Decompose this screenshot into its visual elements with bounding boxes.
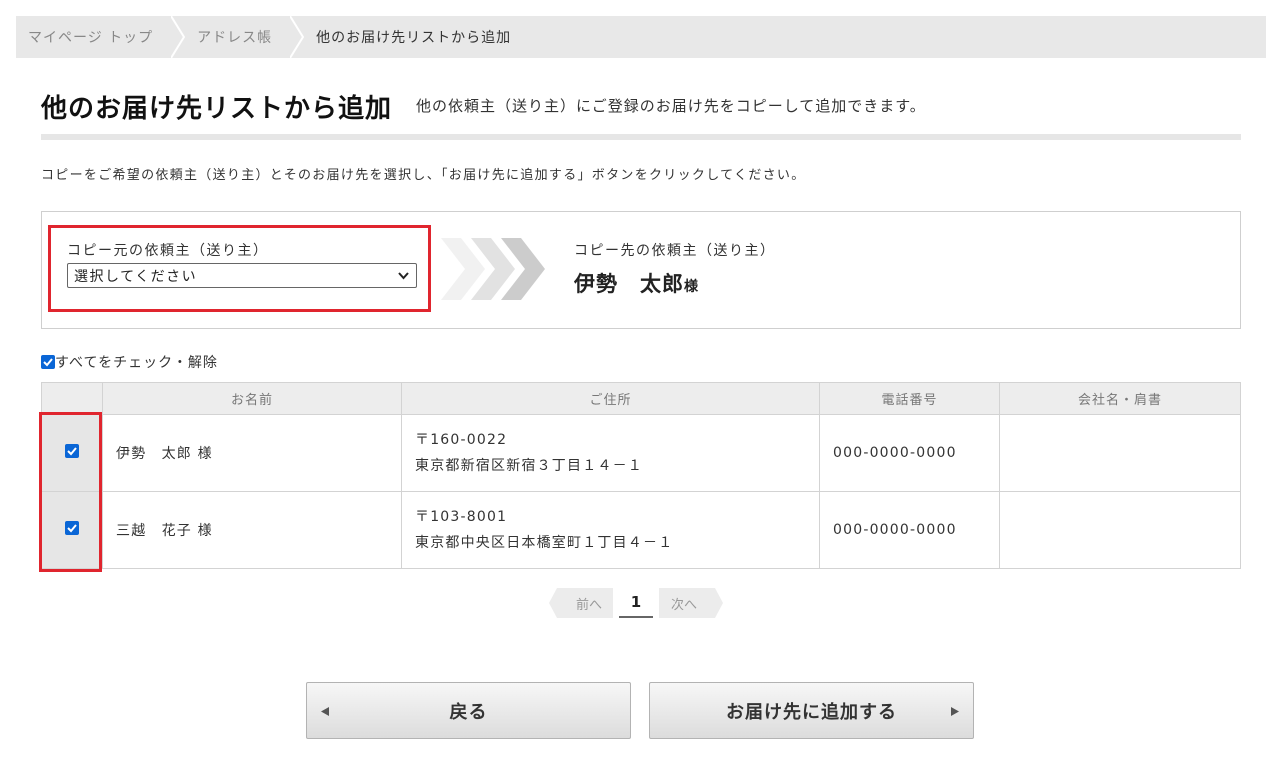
row-company: [999, 414, 1241, 492]
source-select-value: 選択してください: [74, 268, 198, 285]
header-name: お名前: [102, 382, 402, 415]
source-select[interactable]: 選択してください: [67, 263, 417, 288]
page-title: 他のお届け先リストから追加: [41, 94, 393, 124]
table-header-row: お名前 ご住所 電話番号 会社名・肩書: [41, 382, 1241, 415]
source-label: コピー元の依頼主（送り主）: [67, 243, 269, 259]
address-table: お名前 ご住所 電話番号 会社名・肩書 伊勢 太郎 様 〒160-0022 東京…: [41, 382, 1241, 569]
breadcrumb-separator-icon: [290, 16, 305, 58]
chevron-down-icon: [398, 272, 409, 280]
title-divider: [41, 134, 1241, 140]
arrow-right-shape-icon: [715, 588, 723, 618]
row-address: 〒160-0022 東京都新宿区新宿３丁目１４－１: [401, 414, 820, 492]
row-address: 〒103-8001 東京都中央区日本橋室町１丁目４－１: [401, 491, 820, 569]
pager-prev-button[interactable]: 前へ: [549, 588, 613, 618]
header-company: 会社名・肩書: [999, 382, 1241, 415]
dest-name-text: 伊勢 太郎: [574, 272, 684, 296]
breadcrumb-address-book[interactable]: アドレス帳: [185, 16, 290, 58]
row-check-cell: [41, 414, 103, 492]
row-checkbox[interactable]: [65, 521, 79, 535]
row-postal: 〒103-8001: [415, 509, 508, 525]
row-phone: 000-0000-0000: [819, 414, 1000, 492]
add-button-label: お届け先に追加する: [726, 701, 897, 722]
pager-next-button[interactable]: 次へ: [659, 588, 723, 618]
back-button[interactable]: 戻る: [306, 682, 631, 739]
row-phone: 000-0000-0000: [819, 491, 1000, 569]
row-name: 伊勢 太郎 様: [102, 414, 402, 492]
check-all-toggle[interactable]: すべてをチェック・解除: [41, 352, 218, 372]
dest-name: 伊勢 太郎様: [574, 268, 699, 298]
check-all-checkbox[interactable]: [41, 355, 55, 369]
header-check: [41, 382, 103, 415]
instruction-text: コピーをご希望の依頼主（送り主）とそのお届け先を選択し、「お届け先に追加する」ボ…: [41, 168, 806, 183]
header-address: ご住所: [401, 382, 820, 415]
page-subtitle: 他の依頼主（送り主）にご登録のお届け先をコピーして追加できます。: [416, 97, 926, 115]
pager-prev-label: 前へ: [575, 597, 602, 613]
back-button-label: 戻る: [449, 701, 488, 722]
row-postal: 〒160-0022: [415, 432, 508, 448]
breadcrumb-current: 他のお届け先リストから追加: [316, 30, 512, 46]
header-phone: 電話番号: [819, 382, 1000, 415]
check-all-label: すべてをチェック・解除: [55, 355, 218, 371]
dest-label: コピー先の依頼主（送り主）: [574, 243, 776, 259]
breadcrumb: マイページ トップ アドレス帳 他のお届け先リストから追加: [16, 16, 1266, 58]
row-checkbox[interactable]: [65, 444, 79, 458]
row-address-line: 東京都中央区日本橋室町１丁目４－１: [415, 535, 674, 551]
dest-name-suffix: 様: [684, 279, 699, 295]
breadcrumb-mypage-top[interactable]: マイページ トップ: [16, 16, 171, 58]
triangle-right-icon: [951, 707, 959, 716]
arrow-left-shape-icon: [549, 588, 557, 618]
add-to-destinations-button[interactable]: お届け先に追加する: [649, 682, 974, 739]
pagination: 前へ 1 次へ: [549, 588, 723, 618]
triangle-left-icon: [321, 707, 329, 716]
breadcrumb-separator-icon: [171, 16, 186, 58]
table-row: 三越 花子 様 〒103-8001 東京都中央区日本橋室町１丁目４－１ 000-…: [41, 491, 1241, 569]
row-check-cell: [41, 491, 103, 569]
copy-direction-arrows-icon: [441, 238, 545, 300]
row-company: [999, 491, 1241, 569]
table-row: 伊勢 太郎 様 〒160-0022 東京都新宿区新宿３丁目１４－１ 000-00…: [41, 414, 1241, 492]
pager-next-label: 次へ: [670, 597, 697, 613]
row-name: 三越 花子 様: [102, 491, 402, 569]
row-address-line: 東京都新宿区新宿３丁目１４－１: [415, 458, 643, 474]
pager-current-page[interactable]: 1: [619, 588, 653, 618]
